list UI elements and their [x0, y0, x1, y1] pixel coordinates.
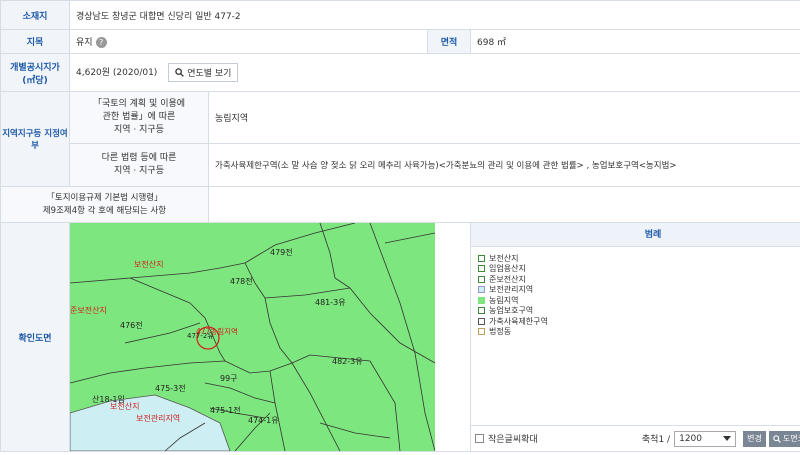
land-category-label: 지목 — [0, 29, 70, 54]
search-icon — [175, 68, 185, 77]
parcel-label: 475-1전 — [210, 406, 241, 415]
regulation-label-l1: 「토지이용규제 기본법 시행령」 — [46, 192, 163, 203]
zoning-row1-label-l1: 「국토의 계획 및 이용에 — [92, 99, 186, 109]
legend-item-label: 가축사육제한구역 — [489, 316, 548, 326]
legend-swatch — [478, 328, 485, 336]
regulation-label: 「토지이용규제 기본법 시행령」 제9조제4항 각 호에 해당되는 사항 — [0, 186, 209, 223]
legend-swatch — [478, 265, 485, 273]
area-value: 698 ㎡ — [469, 29, 800, 54]
scale-value: 1200 — [679, 433, 702, 444]
legend-swatch — [478, 317, 485, 325]
legend-item-label: 보전산지 — [489, 253, 519, 263]
legend-swatch — [478, 254, 485, 262]
land-category-value: 유지 — [76, 38, 93, 48]
land-info-table: 소재지 경상남도 창녕군 대합면 신당리 일반 477-2 지목 유지? 면적 … — [0, 0, 800, 452]
legend-swatch — [478, 286, 485, 294]
area-label: 면적 — [427, 29, 471, 54]
legend-list: 보전산지 임업용산지 준보전산지 보전관리지역 농림지역 농업보호구역 가축사육… — [471, 247, 800, 337]
legend-item: 보전산지 — [478, 253, 800, 264]
zone-label: 준보전산지 — [70, 306, 107, 315]
map-cell: 479전 478전 481-3유 476전 477-2유 482-3유 475-… — [69, 222, 471, 452]
price-label: 개별공시지가 (㎡당) — [0, 53, 70, 92]
legend-item-label: 준보전산지 — [489, 274, 526, 284]
help-icon[interactable]: ? — [95, 37, 107, 48]
land-category-cell: 유지? — [69, 29, 428, 54]
parcel-label: 474-1유 — [248, 416, 279, 425]
legend-item: 농림지역 — [478, 295, 800, 306]
parcel-label: 479전 — [270, 248, 293, 257]
scale-label: 축척1 / — [641, 435, 671, 445]
legend-panel: 범례 보전산지 임업용산지 준보전산지 보전관리지역 농림지역 농업보호구역 가… — [471, 223, 800, 451]
chevron-down-icon — [723, 436, 732, 441]
legend-cell: 범례 보전산지 임업용산지 준보전산지 보전관리지역 농림지역 농업보호구역 가… — [469, 222, 800, 452]
parcel-label: 99구 — [220, 374, 238, 383]
parcel-label: 476전 — [120, 321, 143, 330]
map-section-label: 확인도면 — [0, 222, 70, 452]
zoning-row2-label-l2: 지역 · 지구등 — [114, 166, 164, 176]
zoning-row2-value: 가축사육제한구역(소 말 사슴 양 젖소 닭 오리 메추리 사육가능)<가축분뇨… — [207, 143, 800, 187]
legend-item-label: 임업용산지 — [489, 264, 526, 274]
parcel-label: 481-3유 — [315, 298, 346, 307]
location-value: 경상남도 창녕군 대합면 신당리 일반 477-2 — [68, 0, 800, 30]
enlarge-map-label: 도면크게보기 — [782, 433, 800, 443]
enlarge-text-label: 작은글씨확대 — [488, 435, 538, 445]
legend-swatch — [478, 307, 485, 315]
price-cell: 4,620원 (2020/01) 연도별 보기 — [68, 53, 800, 92]
zone-label: 보전산지 — [110, 402, 140, 411]
legend-title: 범례 — [471, 223, 800, 247]
zone-label: 477농림지역 — [196, 327, 238, 336]
yearly-view-button[interactable]: 연도별 보기 — [168, 63, 239, 82]
zoning-row1-label-l2: 관한 법률」에 따른 — [102, 112, 176, 122]
legend-swatch — [478, 296, 485, 304]
zoning-row1-label: 「국토의 계획 및 이용에 관한 법률」에 따른 지역 · 지구등 — [69, 91, 209, 144]
zone-label: 보전관리지역 — [136, 414, 181, 423]
cadastral-map[interactable]: 479전 478전 481-3유 476전 477-2유 482-3유 475-… — [70, 223, 435, 451]
change-scale-button[interactable]: 변경 — [743, 430, 766, 447]
legend-item: 준보전산지 — [478, 274, 800, 285]
legend-item: 가축사육제한구역 — [478, 316, 800, 327]
parcel-label: 475-3전 — [155, 384, 186, 393]
zone-label: 보전산지 — [134, 260, 164, 269]
legend-item-label: 법정동 — [489, 327, 512, 337]
regulation-label-l2: 제9조제4항 각 호에 해당되는 사항 — [42, 205, 167, 216]
parcel-label: 482-3유 — [332, 357, 363, 366]
price-value: 4,620원 (2020/01) — [76, 68, 158, 78]
scale-select[interactable]: 1200 — [674, 430, 737, 447]
enlarge-text-checkbox[interactable] — [475, 434, 484, 443]
zoning-row2-label: 다른 법령 등에 따른 지역 · 지구등 — [69, 143, 209, 187]
legend-item: 보전관리지역 — [478, 285, 800, 296]
legend-item-label: 보전관리지역 — [489, 285, 534, 295]
parcel-label: 478전 — [230, 277, 253, 286]
legend-item-label: 농업보호구역 — [489, 306, 534, 316]
price-label-line2: (㎡당) — [22, 75, 48, 86]
yearly-view-label: 연도별 보기 — [187, 69, 232, 79]
zoning-row2-label-l1: 다른 법령 등에 따른 — [101, 153, 177, 163]
magnify-icon — [773, 434, 781, 443]
legend-controls: 작은글씨확대 축척1 / 1200 변경 도면크게보기 — [471, 425, 800, 451]
zoning-row1-label-l3: 지역 · 지구등 — [114, 125, 164, 135]
legend-item: 농업보호구역 — [478, 306, 800, 317]
zoning-row1-value: 농림지역 — [207, 91, 800, 144]
location-label: 소재지 — [0, 0, 70, 30]
enlarge-map-button[interactable]: 도면크게보기 — [768, 430, 800, 447]
legend-swatch — [478, 275, 485, 283]
regulation-value — [207, 186, 800, 223]
zoning-label: 지역지구등 지정여부 — [0, 91, 70, 187]
legend-item: 임업용산지 — [478, 264, 800, 275]
price-label-line1: 개별공시지가 — [10, 62, 60, 73]
legend-item: 법정동 — [478, 327, 800, 338]
legend-item-label: 농림지역 — [489, 295, 519, 305]
